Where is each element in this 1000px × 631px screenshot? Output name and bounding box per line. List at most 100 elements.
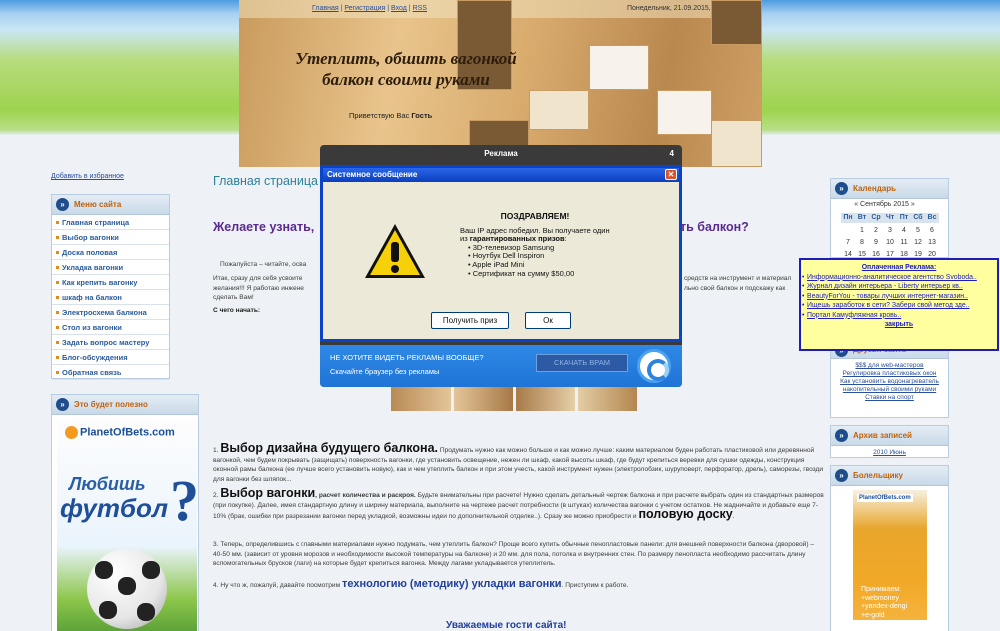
menu-item[interactable]: Блог-обсуждения [52,350,169,365]
menu-item[interactable]: Задать вопрос мастеру [52,335,169,350]
calendar-week: 123456 [841,224,948,236]
congrats-heading: ПОЗДРАВЛЯЕМ! [500,211,570,221]
fans-ad-brand: PlanetOfBets.com [857,494,913,502]
site-title: Утеплить, обшить вагонкой балкон своими … [295,49,517,89]
calendar-grid: Пн Вт Ср Чт Пт Сб Вс 123456 7 8 9 10 11 12 13 14 15 16… [831,210,948,260]
paid-ad-link[interactable]: Портал Камуфляжная кровь.. [807,312,901,319]
arrow-icon: » [835,469,848,482]
calendar-day[interactable]: 3 [883,227,897,234]
paid-ads-title: Оплаченная Реклама: [861,264,937,271]
step-4-pre: 4. Ну что ж, пожалуй, давайте посмотрим [213,582,341,589]
calendar-month-nav[interactable]: « Сентябрь 2015 » [831,199,948,210]
step-4-post: . Приступим к работе. [561,582,629,589]
menu-item[interactable]: Укладка вагонки [52,260,169,275]
calendar-day[interactable]: 12 [911,239,925,246]
paid-ad-item: Портал Камуфляжная кровь.. [801,311,997,321]
menu-item[interactable]: Доска половая [52,245,169,260]
weekday: Пн [841,213,855,223]
prize-list: • 3D-телевизор Samsung • Ноутбук Dell In… [460,243,650,278]
calendar-title: Календарь [853,184,897,193]
calendar-day[interactable]: 6 [925,227,939,234]
nav-rss-link[interactable]: RSS [413,5,427,12]
message-text: : [564,234,567,244]
system-message-dialog: Системное сообщение ✕ ПОЗДРАВЛЯЕМ! Ваш I… [320,165,682,342]
calendar-day[interactable]: 19 [911,251,925,258]
menu-item[interactable]: Электросхема балкона [52,305,169,320]
nav-register-link[interactable]: Регистрация [344,5,385,12]
calendar-weekdays: Пн Вт Ср Чт Пт Сб Вс [841,212,948,224]
weekday: Вс [925,213,939,223]
paid-ad-item: Ищешь заработок в сети? Забери свой мето… [801,301,997,311]
friend-link[interactable]: Ставки на спорт [835,394,944,402]
step-1-heading: Выбор дизайна будущего балкона. [220,441,438,455]
menu-item[interactable]: Выбор вагонки [52,230,169,245]
nav-home-link[interactable]: Главная [312,5,339,12]
paid-ad-link[interactable]: BeautyForYou - товары лучших интернет-ма… [807,293,968,300]
calendar-day[interactable]: 20 [925,251,939,258]
dialog-title: Системное сообщение [327,170,418,179]
calendar-day[interactable]: 15 [855,251,869,258]
calendar-day[interactable]: 5 [911,227,925,234]
article-paragraph: Итак, сразу для себя усвоите желания!!! … [213,275,304,301]
download-button[interactable]: СКАЧАТЬ ВРАМ [536,354,628,372]
nav-login-link[interactable]: Вход [391,5,407,12]
calendar-day[interactable]: 2 [869,227,883,234]
menu-item[interactable]: Стол из вагонки [52,320,169,335]
header-photo-tile [711,0,762,45]
ok-button[interactable]: Ок [525,312,571,329]
archive-links: 2010 Июнь [831,446,948,460]
menu-item[interactable]: Главная страница [52,215,169,230]
calendar-day[interactable]: 13 [925,239,939,246]
paid-ad-item: Информационно-аналитическое агентство Sv… [801,273,997,283]
calendar-day[interactable]: 4 [897,227,911,234]
breadcrumb[interactable]: Главная страница [213,174,318,188]
message-emphasis: гарантированных призов [469,234,565,244]
calendar-day[interactable]: 10 [883,239,897,246]
archive-header: » Архив записей [831,426,948,446]
paid-ad-link[interactable]: Ищешь заработок в сети? Забери свой мето… [807,302,970,309]
warning-icon [365,224,425,278]
ad-brand: PlanetOfBets.com [65,426,175,439]
technology-link[interactable]: технологию (методику) укладки вагонки [342,578,562,590]
friend-link[interactable]: $$$ для web-мастеров [835,362,944,370]
calendar-day[interactable]: 16 [869,251,883,258]
paid-ad-link[interactable]: Журнал дизайн интерьера - Liberty интерь… [807,283,963,290]
get-prize-button[interactable]: Получить приз [431,312,509,329]
step-3: 3. Теперь, определившись с главными мате… [213,541,815,567]
paid-ad-link[interactable]: Информационно-аналитическое агентство Sv… [807,274,977,281]
header-photo-tile [711,120,762,167]
dialog-message: ПОЗДРАВЛЯЕМ! Ваш IP адрес победил. Вы по… [460,212,650,278]
calendar-day[interactable]: 9 [869,239,883,246]
friend-link[interactable]: Регулировка пластиковых окон [835,370,944,378]
paid-ad-item: BeautyForYou - товары лучших интернет-ма… [801,292,997,302]
calendar-day[interactable]: 11 [897,239,911,246]
site-menu-box: » Меню сайта Главная страница Выбор вагон… [51,194,170,380]
step-2-subheading: , расчет количества и раскроя. [315,492,416,499]
menu-item[interactable]: шкаф на балкон [52,290,169,305]
close-icon[interactable]: ✕ [665,169,677,180]
calendar-day[interactable]: 18 [897,251,911,258]
menu-item[interactable]: Как крепить вагонку [52,275,169,290]
calendar-day[interactable]: 17 [883,251,897,258]
calendar-day[interactable]: 1 [855,227,869,234]
friend-link[interactable]: Как установить водонагреватель накопител… [835,378,944,394]
fans-ad-banner[interactable]: PlanetOfBets.com Принимаем: +webmoney +y… [853,490,927,620]
fans-ad-text: Принимаем: +webmoney +yandex-dengi +e-go… [861,586,908,619]
step-2: 2. Выбор вагонки, расчет количества и ра… [213,486,824,521]
header-nav: Главная | Регистрация | Вход | RSS [312,5,427,12]
promo-heading: НЕ ХОТИТЕ ВИДЕТЬ РЕКЛАМЫ ВООБЩЕ? [330,353,484,362]
brand-logo-icon [65,426,78,439]
browser-logo-icon [637,349,671,383]
header-photo-tile [589,45,649,90]
ad-question-mark: ? [170,468,197,533]
ad-countdown: 4 [669,149,674,158]
paid-ads-close-link[interactable]: закрыть [801,320,997,330]
calendar-day[interactable]: 8 [855,239,869,246]
menu-item[interactable]: Обратная связь [52,365,169,380]
betting-ad-banner[interactable]: PlanetOfBets.com Любишь футбол ? [57,419,197,631]
calendar-day[interactable]: 14 [841,251,855,258]
prize-item: • Сертификат на сумму $50,00 [468,268,575,278]
add-favorites-link[interactable]: Добавить в избранное [51,173,124,180]
archive-link[interactable]: 2010 Июнь [835,449,944,457]
calendar-day[interactable]: 7 [841,239,855,246]
